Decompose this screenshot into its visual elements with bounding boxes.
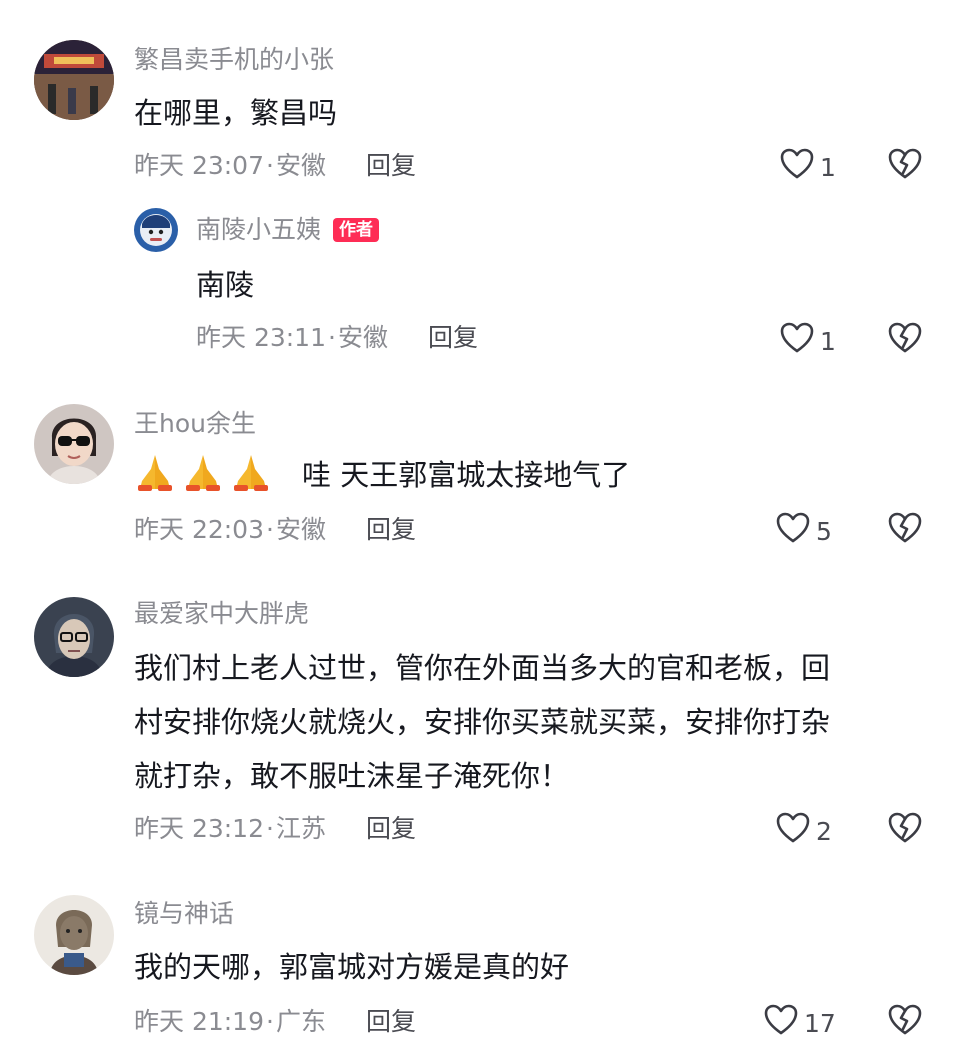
like-button[interactable]: 1 [780, 322, 836, 362]
comment-meta: 昨天 23:11·安徽 回复 [196, 322, 478, 354]
heart-outline-icon [780, 322, 814, 362]
comment-meta: 昨天 23:12·江苏 回复 [134, 813, 416, 845]
comment-text: 我的天哪，郭富城对方媛是真的好 [134, 950, 570, 984]
meta-separator: · [266, 151, 274, 180]
comment-text-line: 我们村上老人过世，管你在外面当多大的官和老板，回 [134, 651, 831, 685]
dislike-button[interactable] [888, 322, 922, 358]
meta-separator: · [328, 323, 336, 352]
comment-username[interactable]: 最爱家中大胖虎 [134, 598, 309, 630]
heart-outline-icon [764, 1004, 798, 1044]
comment-time: 昨天 21:19 [134, 1007, 264, 1036]
avatar[interactable] [34, 40, 114, 120]
like-button[interactable]: 1 [780, 148, 836, 188]
like-button[interactable]: 5 [776, 512, 832, 552]
broken-heart-icon [888, 322, 922, 358]
broken-heart-icon [888, 812, 922, 848]
like-button[interactable]: 2 [776, 812, 832, 852]
dislike-button[interactable] [888, 148, 922, 184]
reply-button[interactable]: 回复 [428, 323, 478, 352]
reply-button[interactable]: 回复 [366, 515, 416, 544]
like-button[interactable]: 17 [764, 1004, 836, 1044]
comment-text: 南陵 [196, 268, 255, 302]
comment-time: 昨天 23:12 [134, 814, 264, 843]
folded-hands-emoji [182, 451, 224, 510]
comment-location: 安徽 [275, 151, 326, 180]
comment-text-line: 就打杂，敢不服吐沫星子淹死你！ [134, 759, 570, 793]
avatar[interactable] [134, 208, 178, 252]
avatar[interactable] [34, 404, 114, 484]
folded-hands-emoji [134, 451, 176, 510]
comment-time: 昨天 22:03 [134, 515, 264, 544]
heart-outline-icon [776, 812, 810, 852]
comment-text-body: 哇 天王郭富城太接地气了 [302, 458, 631, 492]
comment-username[interactable]: 南陵小五姨 作者 [196, 214, 380, 246]
reply-button[interactable]: 回复 [366, 814, 416, 843]
like-count: 17 [804, 1009, 836, 1038]
comment-username[interactable]: 繁昌卖手机的小张 [134, 44, 334, 76]
dislike-button[interactable] [888, 512, 922, 548]
comment-text: 哇 天王郭富城太接地气了 [134, 448, 630, 510]
comment-text: 在哪里，繁昌吗 [134, 96, 338, 130]
broken-heart-icon [888, 148, 922, 184]
comment-meta: 昨天 23:07·安徽 回复 [134, 150, 416, 182]
dislike-button[interactable] [888, 1004, 922, 1040]
comment-time: 昨天 23:07 [134, 151, 264, 180]
comment-location: 广东 [275, 1007, 326, 1036]
like-count: 5 [816, 517, 832, 546]
reply-username-text: 南陵小五姨 [196, 215, 322, 244]
heart-outline-icon [780, 148, 814, 188]
avatar[interactable] [34, 895, 114, 975]
folded-hands-emoji [230, 451, 272, 510]
comment-meta: 昨天 21:19·广东 回复 [134, 1006, 416, 1038]
like-count: 1 [820, 153, 836, 182]
comment-text-line: 村安排你烧火就烧火，安排你买菜就买菜，安排你打杂 [134, 705, 831, 739]
comment-meta: 昨天 22:03·安徽 回复 [134, 514, 416, 546]
meta-separator: · [266, 1007, 274, 1036]
broken-heart-icon [888, 1004, 922, 1040]
heart-outline-icon [776, 512, 810, 552]
comment-text: 我们村上老人过世，管你在外面当多大的官和老板，回 村安排你烧火就烧火，安排你买菜… [134, 641, 934, 803]
comment-username[interactable]: 镜与神话 [134, 898, 234, 930]
comment-username[interactable]: 王hou余生 [134, 408, 256, 440]
comment-location: 江苏 [275, 814, 326, 843]
author-badge: 作者 [333, 218, 380, 242]
comment-location: 安徽 [275, 515, 326, 544]
meta-separator: · [266, 515, 274, 544]
reply-button[interactable]: 回复 [366, 151, 416, 180]
meta-separator: · [266, 814, 274, 843]
like-count: 2 [816, 817, 832, 846]
avatar[interactable] [34, 597, 114, 677]
comment-location: 安徽 [337, 323, 388, 352]
dislike-button[interactable] [888, 812, 922, 848]
reply-button[interactable]: 回复 [366, 1007, 416, 1036]
like-count: 1 [820, 327, 836, 356]
comment-time: 昨天 23:11 [196, 323, 326, 352]
broken-heart-icon [888, 512, 922, 548]
